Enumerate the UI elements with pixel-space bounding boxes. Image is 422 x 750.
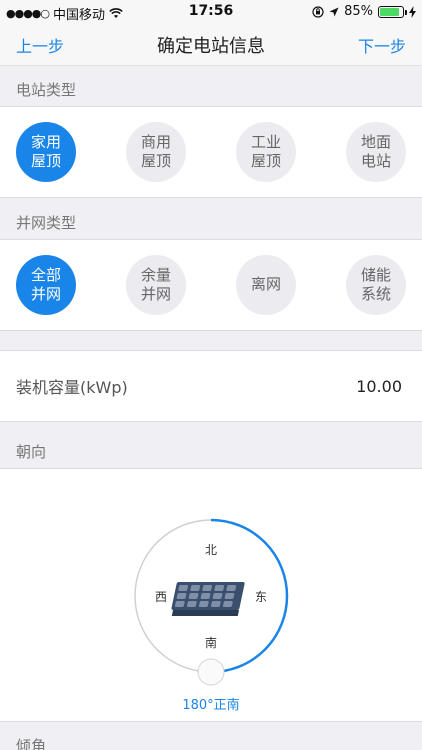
station-type-option-commercial-roof[interactable]: 商用 屋顶 (126, 122, 186, 182)
orientation-panel: 北 南 东 西 180°正南 (0, 468, 422, 722)
option-line1: 离网 (250, 275, 281, 294)
grid-type-option-storage-system[interactable]: 储能 系统 (346, 255, 406, 315)
option-line1: 地面 (360, 132, 391, 151)
battery-icon (378, 5, 407, 18)
station-type-option-home-roof[interactable]: 家用 屋顶 (16, 122, 76, 182)
option-line1: 商用 (140, 132, 171, 151)
battery-percent: 85% (344, 4, 373, 19)
option-line1: 家用 (30, 132, 61, 151)
orientation-compass[interactable]: 北 南 东 西 180°正南 (0, 469, 422, 721)
option-line2: 电站 (360, 152, 391, 170)
capacity-panel[interactable]: 装机容量(kWp) 10.00 (0, 350, 422, 422)
grid-type-panel: 全部 并网 余量 并网 离网 储能 系统 (0, 239, 422, 331)
direction-east: 东 (255, 590, 268, 604)
compass-handle (197, 658, 225, 686)
station-type-options: 家用 屋顶 商用 屋顶 工业 屋顶 地面 电站 (0, 107, 422, 197)
location-arrow-icon (329, 7, 339, 16)
station-type-panel: 家用 屋顶 商用 屋顶 工业 屋顶 地面 电站 (0, 106, 422, 198)
tilt-header: 倾角 (16, 737, 47, 750)
charging-bolt-icon (409, 5, 416, 18)
option-line2: 并网 (140, 285, 171, 303)
option-line1: 工业 (250, 132, 281, 151)
nav-bar: 上一步 确定电站信息 下一步 (0, 24, 422, 66)
grid-type-header: 并网类型 (16, 214, 77, 232)
orientation-angle-label: 180°正南 (182, 698, 240, 713)
battery-fill (380, 7, 399, 16)
solar-panel-icon (171, 582, 245, 616)
option-line2: 屋顶 (30, 152, 61, 170)
direction-west: 西 (155, 590, 168, 604)
status-bar: ●●●●○ 中国移动 17:56 85% (0, 0, 422, 24)
station-type-header: 电站类型 (16, 81, 77, 99)
next-button[interactable]: 下一步 (358, 33, 406, 57)
status-right: 85% (312, 4, 416, 19)
grid-type-option-surplus-grid[interactable]: 余量 并网 (126, 255, 186, 315)
option-line2: 屋顶 (250, 152, 281, 170)
compass-dial[interactable] (0, 469, 422, 723)
grid-type-option-off-grid[interactable]: 离网 (236, 255, 296, 315)
option-line1: 储能 (360, 265, 391, 284)
option-line2: 屋顶 (140, 152, 171, 170)
capacity-label: 装机容量(kWp) (16, 378, 128, 397)
capacity-row[interactable]: 装机容量(kWp) 10.00 (0, 351, 422, 421)
grid-type-options: 全部 并网 余量 并网 离网 储能 系统 (0, 240, 422, 330)
station-type-option-industrial-roof[interactable]: 工业 屋顶 (236, 122, 296, 182)
direction-south: 南 (205, 636, 218, 650)
option-line1: 余量 (140, 265, 171, 284)
capacity-value[interactable]: 10.00 (356, 377, 402, 396)
station-type-option-ground-station[interactable]: 地面 电站 (346, 122, 406, 182)
orientation-header: 朝向 (16, 443, 47, 461)
option-line2: 并网 (30, 285, 61, 303)
option-line1: 全部 (30, 265, 61, 284)
rotation-lock-icon (312, 5, 324, 18)
direction-north: 北 (205, 543, 218, 557)
grid-type-option-full-grid[interactable]: 全部 并网 (16, 255, 76, 315)
option-line2: 系统 (360, 285, 391, 303)
